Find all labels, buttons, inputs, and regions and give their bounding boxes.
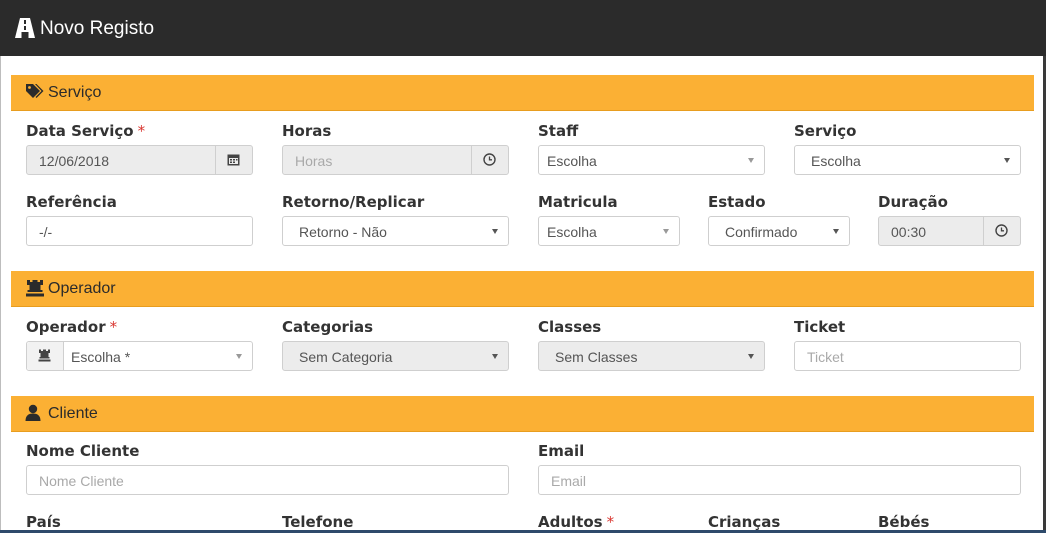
matricula-select[interactable]: Escolha [538, 216, 680, 246]
page-title: Novo Registo [40, 18, 155, 39]
categorias-select[interactable]: Sem Categoria [282, 341, 509, 371]
horas-input[interactable]: Horas [282, 145, 509, 175]
chevron-down-icon [748, 158, 754, 163]
section-title-servico: Serviço [48, 84, 102, 101]
app-header: Novo Registo [0, 0, 1046, 56]
required-mark: * [109, 318, 118, 336]
label-nome-cliente: Nome Cliente [26, 442, 140, 460]
duracao-input[interactable]: 00:30 [878, 216, 1021, 246]
required-mark: * [606, 513, 615, 531]
label-pais: País [26, 513, 61, 531]
chess-rook-icon [26, 280, 44, 297]
clock-addon[interactable] [471, 146, 508, 174]
clock-addon[interactable] [983, 217, 1020, 245]
label-data-servico: Data Serviço * [26, 122, 146, 140]
label-email: Email [538, 442, 585, 460]
label-criancas: Crianças [708, 513, 781, 531]
label-horas: Horas [282, 122, 332, 140]
section-title-cliente: Cliente [48, 405, 98, 422]
tags-icon [26, 84, 44, 98]
calendar-addon[interactable] [215, 146, 252, 174]
chevron-down-icon [833, 229, 839, 234]
label-referencia: Referência [26, 193, 117, 211]
label-ticket: Ticket [794, 318, 846, 336]
data-servico-input[interactable]: 12/06/2018 [26, 145, 253, 175]
section-header-cliente: Cliente [11, 396, 1034, 432]
section-header-servico: Serviço [11, 75, 1034, 111]
referencia-input[interactable]: -/- [26, 216, 253, 246]
estado-select[interactable]: Confirmado [708, 216, 850, 246]
chevron-down-icon [236, 354, 242, 359]
section-title-operador: Operador [48, 280, 116, 297]
label-duracao: Duração [878, 193, 948, 211]
chevron-down-icon [748, 354, 754, 359]
email-input[interactable]: Email [538, 465, 1021, 495]
operador-addon [27, 342, 64, 370]
label-bebes: Bébés [878, 513, 930, 531]
label-estado: Estado [708, 193, 766, 211]
required-mark: * [137, 122, 146, 140]
chevron-down-icon [663, 229, 669, 234]
operador-select[interactable]: Escolha * [26, 341, 253, 371]
frame-left [0, 56, 1, 533]
chevron-down-icon [492, 354, 498, 359]
chess-rook-icon [38, 349, 51, 362]
servico-select[interactable]: Escolha [794, 145, 1021, 175]
calendar-icon [227, 154, 240, 166]
label-operador: Operador * [26, 318, 118, 336]
label-telefone: Telefone [282, 513, 354, 531]
label-staff: Staff [538, 122, 579, 140]
label-adultos: Adultos * [538, 513, 615, 531]
clock-icon [995, 224, 1008, 237]
chevron-down-icon [492, 229, 498, 234]
staff-select[interactable]: Escolha [538, 145, 765, 175]
chevron-down-icon [1004, 158, 1010, 163]
nome-cliente-input[interactable]: Nome Cliente [26, 465, 509, 495]
label-matricula: Matricula [538, 193, 618, 211]
label-categorias: Categorias [282, 318, 374, 336]
retorno-select[interactable]: Retorno - Não [282, 216, 509, 246]
label-servico: Serviço [794, 122, 857, 140]
label-retorno: Retorno/Replicar [282, 193, 425, 211]
clock-icon [483, 153, 496, 166]
road-icon [15, 18, 35, 38]
classes-select[interactable]: Sem Classes [538, 341, 765, 371]
ticket-input[interactable]: Ticket [794, 341, 1021, 371]
section-header-operador: Operador [11, 271, 1034, 307]
label-classes: Classes [538, 318, 602, 336]
user-icon [25, 404, 41, 421]
